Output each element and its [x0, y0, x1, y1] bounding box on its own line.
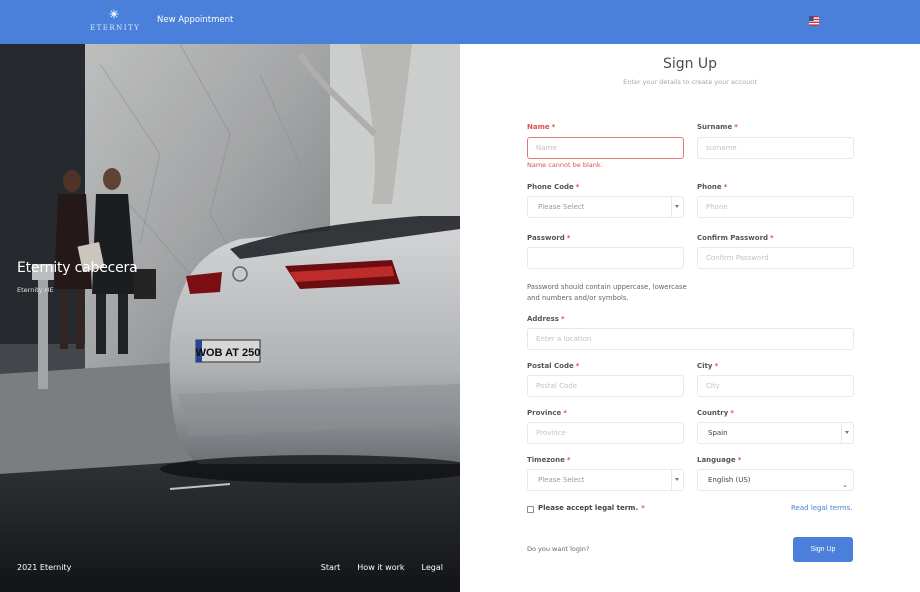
logo-star-icon [109, 9, 119, 19]
language-select[interactable]: English (US) ⌄ [697, 469, 854, 491]
caret-down-icon [675, 205, 679, 208]
name-input[interactable] [527, 137, 684, 159]
postal-code-input[interactable] [527, 375, 684, 397]
footer-link-start[interactable]: Start [321, 563, 341, 572]
new-appointment-link[interactable]: New Appointment [157, 15, 233, 25]
eternity-logo[interactable]: ETERNITY [90, 6, 141, 38]
hero-image-panel: WOB AT 250 Eternity cabecera Eternity HE… [0, 44, 460, 592]
hero-title: Eternity cabecera [17, 260, 138, 276]
phone-input[interactable] [697, 196, 854, 218]
form-title: Sign Up [662, 56, 718, 72]
password-input[interactable] [527, 247, 684, 269]
country-value: Spain [708, 429, 728, 437]
city-label: City * [697, 362, 719, 370]
confirm-password-input[interactable] [697, 247, 854, 269]
login-link[interactable]: Do you want login? [527, 545, 589, 553]
password-label: Password * [527, 234, 571, 242]
top-navbar: ETERNITY New Appointment [0, 0, 920, 44]
phone-code-select[interactable]: Please Select [527, 196, 684, 218]
city-input[interactable] [697, 375, 854, 397]
address-label: Address * [527, 315, 565, 323]
name-error-message: Name cannot be blank. [527, 161, 603, 169]
legal-terms-checkbox[interactable] [527, 506, 534, 513]
footer-links: Start How it work Legal [321, 563, 443, 572]
phone-label: Phone * [697, 183, 728, 191]
us-flag-icon[interactable] [809, 16, 819, 26]
logo-text: ETERNITY [90, 24, 141, 32]
timezone-label: Timezone * [527, 456, 571, 464]
password-hint: Password should contain uppercase, lower… [527, 283, 687, 302]
hero-car-photo: WOB AT 250 [0, 44, 460, 592]
language-value: English (US) [708, 476, 751, 484]
legal-terms-label: Please accept legal term. * [538, 504, 645, 512]
postal-code-label: Postal Code * [527, 362, 580, 370]
phone-code-label: Phone Code * [527, 183, 580, 191]
footer-link-legal[interactable]: Legal [422, 563, 443, 572]
surname-input[interactable] [697, 137, 854, 159]
name-label: Name * [527, 123, 556, 131]
hero-subtitle: Eternity HE [17, 286, 54, 294]
footer-copyright: 2021 Eternity [17, 563, 72, 572]
timezone-select[interactable]: Please Select [527, 469, 684, 491]
phone-code-value: Please Select [538, 203, 585, 211]
chevron-down-icon: ⌄ [842, 481, 848, 489]
country-label: Country * [697, 409, 734, 417]
confirm-password-label: Confirm Password * [697, 234, 774, 242]
caret-down-icon [675, 478, 679, 481]
signup-form: Sign Up Enter your details to create you… [460, 44, 920, 592]
timezone-value: Please Select [538, 476, 585, 484]
sign-up-button[interactable]: Sign Up [793, 537, 853, 562]
read-legal-terms-link[interactable]: Read legal terms. [791, 504, 852, 512]
country-select[interactable]: Spain [697, 422, 854, 444]
footer-link-how-it-work[interactable]: How it work [357, 563, 404, 572]
surname-label: Surname * [697, 123, 738, 131]
province-label: Province * [527, 409, 567, 417]
caret-down-icon [845, 431, 849, 434]
form-subtitle: Enter your details to create your accoun… [623, 78, 757, 86]
language-label: Language * [697, 456, 742, 464]
address-input[interactable] [527, 328, 854, 350]
province-input[interactable] [527, 422, 684, 444]
